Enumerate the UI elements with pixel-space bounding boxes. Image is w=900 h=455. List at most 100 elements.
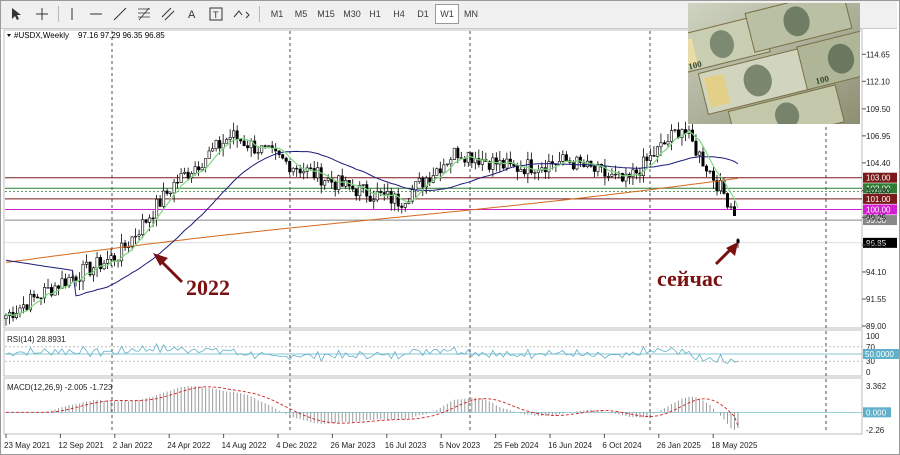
candle-body xyxy=(95,257,99,269)
candle-body xyxy=(74,276,78,281)
rsi-title: RSI(14) 28.8931 xyxy=(7,335,66,344)
candle-body xyxy=(652,155,656,157)
chart-menu-arrow-icon[interactable] xyxy=(7,34,11,37)
macd-indicator: 3.3620.000-2.260.000 xyxy=(5,382,891,435)
candle-body xyxy=(529,159,533,174)
candle-body xyxy=(533,172,537,174)
time-axis-label: 4 Dec 2022 xyxy=(276,441,317,450)
candle-body xyxy=(183,171,187,174)
candle-body xyxy=(130,236,134,248)
dollar-bills-photo: 100 100 xyxy=(688,3,860,124)
candle-body xyxy=(218,140,222,149)
candle-body xyxy=(561,154,565,162)
candle-body xyxy=(134,235,138,238)
candle-body xyxy=(165,190,169,194)
time-axis-label: 16 Jul 2023 xyxy=(385,441,427,450)
candle-body xyxy=(382,192,386,195)
price-axis-label: 89.00 xyxy=(866,322,887,331)
candle-body xyxy=(575,156,579,170)
candle-body xyxy=(491,157,495,170)
price-axis-label: 96.65 xyxy=(866,241,887,250)
candle-body xyxy=(610,173,614,177)
candle-body xyxy=(522,169,526,175)
candle-body xyxy=(186,171,190,179)
candle-body xyxy=(46,287,50,289)
candle-body xyxy=(613,173,617,176)
candle-body xyxy=(725,193,729,208)
ohlc-readout: 97.16 97.29 96.35 96.85 xyxy=(78,31,165,40)
candle-body xyxy=(361,184,365,186)
candle-body xyxy=(239,138,243,142)
candle-body xyxy=(354,188,358,197)
time-axis-label: 16 Jun 2024 xyxy=(548,441,593,450)
candle-body xyxy=(704,165,708,172)
time-axis-label: 14 Aug 2022 xyxy=(222,441,267,450)
price-axis-label: 104.40 xyxy=(866,159,891,168)
candle-body xyxy=(109,255,113,260)
candle-body xyxy=(351,185,355,190)
candle-body xyxy=(204,158,208,168)
candle-body xyxy=(372,199,376,202)
candle-body xyxy=(452,147,456,160)
symbol-label: #USDX,Weekly xyxy=(14,31,69,40)
candle-body xyxy=(281,154,285,159)
candle-body xyxy=(711,170,715,181)
candle-body xyxy=(309,167,313,169)
candle-body xyxy=(312,168,316,179)
candle-body xyxy=(344,180,348,187)
macd-axis-label: 3.362 xyxy=(866,382,887,391)
candle-body xyxy=(151,217,155,220)
candle-body xyxy=(158,198,162,207)
candle-body xyxy=(655,146,659,157)
time-axis-label: 12 Sep 2021 xyxy=(58,441,104,450)
rsi-indicator: 100705030050.0000 xyxy=(5,332,899,377)
candle-body xyxy=(673,129,677,131)
candle-body xyxy=(57,285,61,289)
candle-body xyxy=(36,296,40,299)
label-now: сейчас xyxy=(657,266,723,291)
candle-body xyxy=(715,179,719,192)
candle-body xyxy=(232,130,236,138)
candle-body xyxy=(519,169,523,172)
ma-fast-line xyxy=(5,131,739,317)
candle-body xyxy=(228,136,232,140)
level-label: 101.00 xyxy=(866,195,891,204)
macd-zero-label: 0.000 xyxy=(866,408,887,417)
rsi-level-label: 50.0000 xyxy=(865,350,894,359)
candle-body xyxy=(379,191,383,193)
candle-body xyxy=(144,219,148,223)
candles xyxy=(4,121,740,326)
candle-body xyxy=(242,140,246,146)
macd-panel xyxy=(3,377,863,435)
arrow-2022-icon xyxy=(158,258,184,284)
candle-body xyxy=(253,140,257,154)
candle-body xyxy=(162,190,166,207)
candle-body xyxy=(718,180,722,192)
time-axis-label: 5 Nov 2023 xyxy=(439,441,480,450)
candle-body xyxy=(291,167,295,173)
price-axis-label: 94.10 xyxy=(866,268,887,277)
candle-body xyxy=(326,177,330,181)
candle-body xyxy=(32,293,36,298)
candle-body xyxy=(39,297,43,300)
candle-body xyxy=(697,151,701,156)
candle-body xyxy=(176,181,180,184)
rsi-axis-label: 0 xyxy=(866,368,871,377)
candle-body xyxy=(22,304,26,309)
candle-body xyxy=(340,175,344,187)
candle-body xyxy=(620,173,624,182)
time-axis-label: 25 Feb 2024 xyxy=(494,441,539,450)
candle-body xyxy=(113,255,117,261)
candle-body xyxy=(200,167,204,171)
candle-body xyxy=(648,155,652,161)
candle-body xyxy=(417,177,421,182)
price-axis-label: 99.25 xyxy=(866,213,887,222)
candle-body xyxy=(690,129,694,142)
candle-body xyxy=(319,167,323,186)
candle-body xyxy=(4,315,8,320)
candle-body xyxy=(666,141,670,145)
candle-body xyxy=(400,205,404,208)
time-axis-label: 26 Mar 2023 xyxy=(330,441,375,450)
candle-body xyxy=(736,239,740,244)
candle-body xyxy=(193,166,197,174)
